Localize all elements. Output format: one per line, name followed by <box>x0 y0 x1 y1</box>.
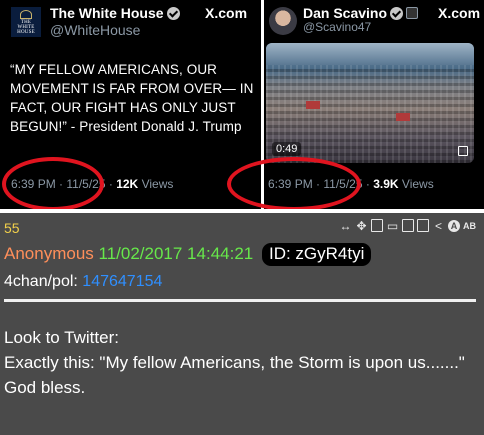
scavino-avatar[interactable] <box>269 7 297 35</box>
crowd-flag <box>306 101 320 109</box>
views-label: Views <box>141 177 174 191</box>
account-handle[interactable]: @Scavino47 <box>303 20 371 34</box>
post-body-line: Exactly this: "My fellow Americans, the … <box>4 353 465 372</box>
account-name[interactable]: The White House <box>50 5 180 21</box>
views-count: 12K <box>116 177 139 191</box>
clipboard-icon[interactable] <box>402 219 414 232</box>
fullscreen-icon[interactable] <box>458 146 468 156</box>
views-label: Views <box>401 177 434 191</box>
account-handle[interactable]: @WhiteHouse <box>50 22 140 38</box>
account-name[interactable]: Dan Scavino <box>303 5 419 21</box>
post-divider <box>4 299 476 302</box>
site-label: X.com <box>205 5 248 21</box>
highlight-circle <box>2 157 104 211</box>
share-icon[interactable]: < <box>432 219 445 232</box>
resize-arrows-icon[interactable]: ↔ <box>339 219 352 232</box>
site-label: X.com <box>438 5 481 21</box>
views-count: 3.9K <box>373 177 399 191</box>
post-datetime: 11/02/2017 14:44:21 <box>98 244 254 263</box>
a-circle-icon[interactable]: A <box>448 219 460 232</box>
account-name-text: The White House <box>50 5 164 21</box>
post-body: Look to Twitter: Exactly this: "My fello… <box>4 325 474 400</box>
clipboard-check-icon[interactable] <box>417 219 429 232</box>
verified-badge-icon <box>166 7 180 20</box>
post-body-line: God bless. <box>4 378 86 397</box>
highlight-circle <box>227 157 361 211</box>
avatar-text-3: HOUSE <box>17 29 35 35</box>
ab-check-icon[interactable]: AB <box>463 219 476 232</box>
post-body-line: Look to Twitter: <box>4 328 119 347</box>
tweet-text: “MY FELLOW AMERICANS, OUR MOVEMENT IS FA… <box>10 62 254 134</box>
poster-id-badge[interactable]: ID: zGyR4tyi <box>261 243 372 266</box>
post-author: Anonymous <box>4 244 94 263</box>
document-icon[interactable] <box>371 219 383 232</box>
white-house-avatar[interactable]: THE WHITE HOUSE <box>11 7 41 37</box>
tweet-video[interactable]: 0:49 <box>266 43 474 163</box>
vr-goggles-icon[interactable]: ▭ <box>386 219 399 232</box>
crowd-flag <box>396 113 410 121</box>
board-reference: 4chan/pol: 147647154 <box>4 273 162 291</box>
post-header: Anonymous 11/02/2017 14:44:21 ID: zGyR4t… <box>4 243 372 266</box>
video-duration: 0:49 <box>272 142 302 156</box>
white-house-logo-icon <box>20 9 32 19</box>
move-icon[interactable]: ✥ <box>355 219 368 232</box>
verified-badge-icon <box>390 7 404 20</box>
affiliation-badge-icon <box>406 7 419 19</box>
meta-separator: · <box>362 177 374 191</box>
post-number[interactable]: 55 <box>4 220 20 236</box>
board-name: 4chan/pol: <box>4 273 78 290</box>
account-name-text: Dan Scavino <box>303 5 388 21</box>
q-post: 55 ↔ ✥ ▭ < A AB Anonymous 11/02/2017 14:… <box>0 213 484 435</box>
post-toolbar: ↔ ✥ ▭ < A AB <box>339 219 476 232</box>
meta-separator: · <box>105 177 117 191</box>
stadium-stands <box>266 43 474 65</box>
thread-link[interactable]: 147647154 <box>82 273 162 290</box>
tweets-comparison: THE WHITE HOUSE The White House @WhiteHo… <box>0 0 484 211</box>
